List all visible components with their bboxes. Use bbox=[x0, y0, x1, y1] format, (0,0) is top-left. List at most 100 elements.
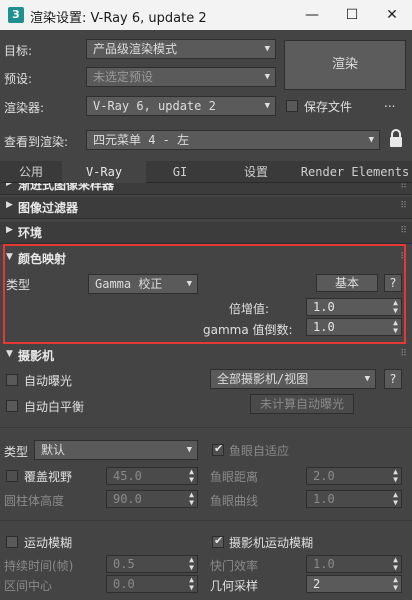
preset-value: 未选定预设 bbox=[93, 70, 154, 84]
collapse-icon: ▼ bbox=[6, 349, 13, 359]
motion-blur-checkbox[interactable] bbox=[6, 536, 18, 548]
spinner-arrows-icon[interactable]: ▲ ▼ bbox=[189, 468, 194, 484]
fisheye-dist-label: 鱼眼距离 bbox=[210, 470, 259, 484]
rollout-title: 环境 bbox=[18, 226, 43, 240]
renderer-value: V-Ray 6, update 2 bbox=[93, 99, 216, 113]
camera-select-value: 全部摄影机/视图 bbox=[217, 372, 309, 386]
target-value: 产品级渲染模式 bbox=[93, 42, 178, 56]
grip-icon: ⠿ bbox=[400, 349, 407, 359]
geo-samples-spinner[interactable]: 2 ▲ ▼ bbox=[306, 575, 402, 593]
fov-value: 45.0 bbox=[113, 469, 142, 483]
rollout-title: 图像过滤器 bbox=[18, 201, 79, 215]
override-fov-checkbox[interactable] bbox=[6, 470, 18, 482]
more-button[interactable]: ... bbox=[384, 96, 395, 110]
duration-label: 持续时间(帧) bbox=[4, 559, 74, 573]
spinner-arrows-icon[interactable]: ▲ ▼ bbox=[393, 468, 398, 484]
camera-motion-blur-label: 摄影机运动模糊 bbox=[229, 536, 314, 550]
spinner-arrows-icon[interactable]: ▲ ▼ bbox=[393, 491, 398, 507]
grip-icon: ⠿ bbox=[400, 201, 407, 211]
target-label: 目标: bbox=[4, 44, 33, 58]
collapse-icon: ▶ bbox=[6, 183, 13, 188]
rollout-camera[interactable]: ▼ 摄影机 ⠿ bbox=[0, 345, 412, 367]
grip-icon: ⠿ bbox=[400, 183, 407, 191]
camera-select-dropdown[interactable]: 全部摄影机/视图 ▼ bbox=[210, 369, 376, 389]
title-bar: 3 渲染设置: V-Ray 6, update 2 — ☐ ✕ bbox=[0, 0, 412, 30]
fisheye-curve-label: 鱼眼曲线 bbox=[210, 494, 259, 508]
interval-center-label: 区间中心 bbox=[4, 579, 53, 593]
shutter-eff-spinner[interactable]: 1.0 ▲ ▼ bbox=[306, 555, 402, 573]
highlight-box bbox=[3, 244, 406, 344]
maximize-button[interactable]: ☐ bbox=[332, 0, 372, 30]
expand-icon: ▶ bbox=[6, 225, 13, 235]
motion-blur-label: 运动模糊 bbox=[24, 536, 73, 550]
lock-icon[interactable] bbox=[388, 128, 404, 150]
duration-value: 0.5 bbox=[113, 557, 135, 571]
fov-spinner[interactable]: 45.0 ▲ ▼ bbox=[106, 467, 198, 485]
spinner-arrows-icon[interactable]: ▲ ▼ bbox=[393, 576, 398, 592]
renderer-dropdown[interactable]: V-Ray 6, update 2 ▼ bbox=[86, 96, 276, 116]
tab-common[interactable]: 公用 bbox=[0, 161, 62, 183]
chevron-down-icon: ▼ bbox=[186, 445, 192, 455]
fisheye-dist-spinner[interactable]: 2.0 ▲ ▼ bbox=[306, 467, 402, 485]
tab-render-elements[interactable]: Render Elements bbox=[298, 161, 412, 183]
rollout-title: 摄影机 bbox=[18, 349, 55, 363]
chevron-down-icon: ▼ bbox=[264, 101, 270, 111]
preset-label: 预设: bbox=[4, 72, 33, 86]
spinner-arrows-icon[interactable]: ▲ ▼ bbox=[189, 576, 194, 592]
tab-bar: 公用 V-Ray GI 设置 Render Elements bbox=[0, 161, 412, 183]
chevron-down-icon: ▼ bbox=[364, 374, 370, 384]
tab-vray[interactable]: V-Ray bbox=[62, 161, 146, 183]
spinner-arrows-icon[interactable]: ▲ ▼ bbox=[189, 491, 194, 507]
override-fov-label: 覆盖视野 bbox=[24, 470, 73, 484]
chevron-down-icon: ▼ bbox=[264, 72, 270, 82]
fisheye-auto-label: 鱼眼自适应 bbox=[229, 444, 290, 458]
rollout-environment[interactable]: ▶ 环境 ⠿ bbox=[0, 222, 412, 244]
geo-samples-value: 2 bbox=[313, 577, 321, 591]
expand-icon: ▶ bbox=[6, 200, 13, 210]
shutter-eff-label: 快门效率 bbox=[210, 559, 259, 573]
fisheye-auto-checkbox[interactable] bbox=[212, 442, 224, 456]
auto-wb-checkbox[interactable] bbox=[6, 400, 18, 412]
rollout-progressive-sampler[interactable]: ▶ 渐进式图像采样器 ⠿ bbox=[0, 183, 412, 195]
auto-exposure-status-button[interactable]: 未计算自动曝光 bbox=[250, 394, 354, 414]
tab-settings[interactable]: 设置 bbox=[214, 161, 298, 183]
auto-exposure-checkbox[interactable] bbox=[6, 374, 18, 386]
divider bbox=[0, 520, 412, 521]
spinner-arrows-icon[interactable]: ▲ ▼ bbox=[189, 556, 194, 572]
camera-help-button[interactable]: ? bbox=[384, 369, 402, 389]
render-button[interactable]: 渲染 bbox=[284, 40, 406, 90]
auto-exposure-label: 自动曝光 bbox=[24, 374, 73, 388]
renderer-label: 渲染器: bbox=[4, 101, 45, 115]
cyl-height-spinner[interactable]: 90.0 ▲ ▼ bbox=[106, 490, 198, 508]
app-icon: 3 bbox=[8, 7, 24, 23]
save-file-label: 保存文件 bbox=[304, 100, 353, 114]
auto-wb-label: 自动白平衡 bbox=[24, 400, 85, 414]
divider bbox=[0, 427, 412, 428]
spinner-arrows-icon[interactable]: ▲ ▼ bbox=[393, 556, 398, 572]
grip-icon: ⠿ bbox=[400, 226, 407, 236]
fisheye-dist-value: 2.0 bbox=[313, 469, 335, 483]
window-title: 渲染设置: V-Ray 6, update 2 bbox=[30, 11, 207, 26]
tab-gi[interactable]: GI bbox=[146, 161, 214, 183]
camera-type-dropdown[interactable]: 默认 ▼ bbox=[34, 440, 198, 460]
fisheye-curve-value: 1.0 bbox=[313, 492, 335, 506]
interval-center-value: 0.0 bbox=[113, 577, 135, 591]
close-button[interactable]: ✕ bbox=[372, 0, 412, 30]
shutter-eff-value: 1.0 bbox=[313, 557, 335, 571]
minimize-button[interactable]: — bbox=[292, 0, 332, 30]
geo-samples-label: 几何采样 bbox=[210, 579, 259, 593]
fisheye-curve-spinner[interactable]: 1.0 ▲ ▼ bbox=[306, 490, 402, 508]
cyl-height-label: 圆柱体高度 bbox=[4, 494, 65, 508]
rollout-title: 渐进式图像采样器 bbox=[18, 183, 115, 192]
rollout-image-filter[interactable]: ▶ 图像过滤器 ⠿ bbox=[0, 197, 412, 219]
view-dropdown[interactable]: 四元菜单 4 - 左 ▼ bbox=[86, 130, 380, 150]
target-dropdown[interactable]: 产品级渲染模式 ▼ bbox=[86, 39, 276, 59]
camera-type-value: 默认 bbox=[41, 443, 66, 457]
interval-center-spinner[interactable]: 0.0 ▲ ▼ bbox=[106, 575, 198, 593]
preset-dropdown[interactable]: 未选定预设 ▼ bbox=[86, 67, 276, 87]
camera-type-label: 类型 bbox=[4, 445, 29, 459]
save-file-checkbox[interactable] bbox=[286, 100, 298, 112]
duration-spinner[interactable]: 0.5 ▲ ▼ bbox=[106, 555, 198, 573]
cyl-height-value: 90.0 bbox=[113, 492, 142, 506]
camera-motion-blur-checkbox[interactable] bbox=[212, 534, 224, 548]
